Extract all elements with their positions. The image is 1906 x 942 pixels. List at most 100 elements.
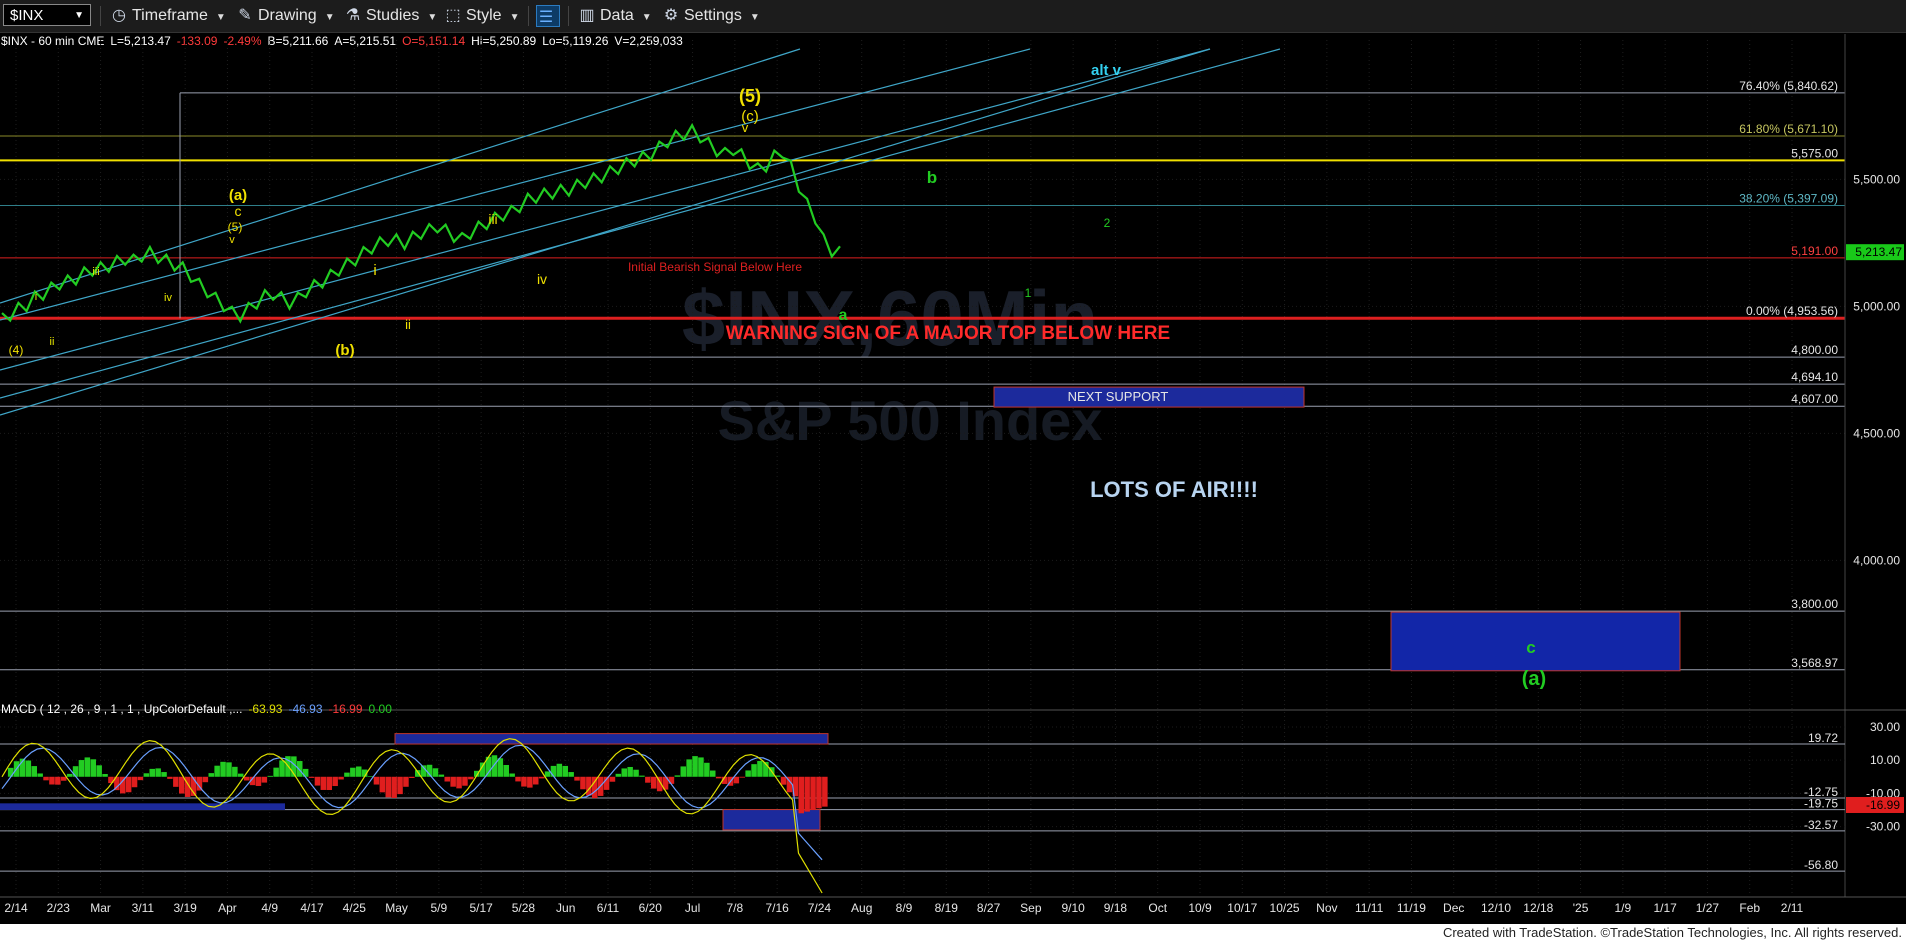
macd-histogram-bar bbox=[61, 776, 67, 781]
macd-level-label: -32.57 bbox=[1804, 818, 1838, 832]
time-tick-label: 10/25 bbox=[1270, 901, 1300, 915]
time-tick-label: 7/8 bbox=[727, 901, 744, 915]
price-level-label: 0.00% (4,953.56) bbox=[1746, 304, 1838, 318]
last-price-tag-label: 5,213.47 bbox=[1855, 245, 1902, 259]
macd-histogram-bar bbox=[798, 776, 804, 814]
time-tick-label: 12/10 bbox=[1481, 901, 1511, 915]
macd-histogram-bar bbox=[509, 773, 515, 777]
time-tick-label: Nov bbox=[1316, 901, 1337, 915]
macd-histogram-bar bbox=[7, 767, 14, 777]
footer-credit: Created with TradeStation. ©TradeStation… bbox=[1442, 925, 1902, 940]
macd-histogram-bar bbox=[409, 776, 415, 778]
macd-histogram-bar bbox=[745, 770, 751, 777]
wave-label: (a) bbox=[1522, 668, 1546, 690]
time-tick-label: Dec bbox=[1443, 901, 1464, 915]
time-tick-label: Aug bbox=[851, 901, 872, 915]
macd-signal-value: -46.93 bbox=[288, 702, 323, 716]
time-tick-label: 9/18 bbox=[1104, 901, 1128, 915]
wave-label: (b) bbox=[335, 342, 354, 359]
grid bbox=[0, 40, 1845, 893]
time-tick-label: 4/17 bbox=[300, 901, 324, 915]
macd-histogram-bar bbox=[373, 776, 380, 785]
macd-histogram-bar bbox=[780, 776, 787, 785]
time-tick-label: 11/19 bbox=[1397, 901, 1426, 915]
macd-histogram-bar bbox=[456, 776, 462, 789]
price-level-label: 5,191.00 bbox=[1791, 244, 1838, 258]
macd-histogram-bar bbox=[704, 762, 710, 777]
wave-label: 2 bbox=[1104, 216, 1111, 230]
macd-histogram-bar bbox=[96, 765, 102, 777]
macd-histogram-bar bbox=[615, 773, 622, 777]
price-tick-label: 4,000.00 bbox=[1853, 553, 1900, 567]
macd-histogram-bar bbox=[202, 776, 209, 783]
time-tick-label: 8/19 bbox=[935, 901, 959, 915]
macd-histogram-bar bbox=[609, 776, 616, 782]
warning-annotation: WARNING SIGN OF A MAJOR TOP BELOW HERE bbox=[726, 323, 1170, 344]
macd-histogram-bar bbox=[462, 776, 468, 786]
macd-histogram-bar bbox=[37, 773, 43, 777]
wave-label: iv bbox=[537, 271, 547, 287]
macd-panel: 30.0010.00-10.00-30.0019.72-12.75-19.75-… bbox=[0, 720, 1904, 894]
wave-label: c bbox=[235, 203, 242, 219]
time-tick-label: 12/18 bbox=[1523, 901, 1553, 915]
wave-label: a bbox=[839, 307, 848, 324]
time-tick-label: 8/9 bbox=[896, 901, 913, 915]
macd-histogram-bar bbox=[544, 771, 551, 777]
macd-histogram-bar bbox=[686, 759, 692, 777]
macd-histogram-bar bbox=[468, 776, 474, 780]
macd-histogram-bar bbox=[55, 776, 61, 785]
time-tick-label: 6/20 bbox=[639, 901, 663, 915]
price-level-label: 5,575.00 bbox=[1791, 146, 1838, 160]
macd-histogram-bar bbox=[627, 766, 633, 777]
macd-histogram-bar bbox=[279, 760, 285, 777]
price-level-label: 4,607.00 bbox=[1791, 392, 1838, 406]
macd-upper-box bbox=[394, 733, 829, 745]
macd-histogram-bar bbox=[338, 776, 344, 780]
macd-histogram-bar bbox=[255, 776, 262, 786]
macd-histogram-bar bbox=[698, 757, 704, 777]
time-tick-label: 1/9 bbox=[1615, 901, 1632, 915]
macd-histogram-bar bbox=[66, 773, 73, 777]
watermark: $INX,60Min S&P 500 Index bbox=[682, 274, 1103, 452]
time-tick-label: Sep bbox=[1020, 901, 1042, 915]
macd-last-tag-label: -16.99 bbox=[1866, 798, 1900, 812]
price-tick-label: 4,500.00 bbox=[1853, 426, 1900, 440]
wave-label: (5) bbox=[739, 86, 761, 106]
time-tick-label: 10/17 bbox=[1227, 901, 1257, 915]
wave-label: ii bbox=[50, 336, 55, 348]
wave-label: b bbox=[927, 168, 937, 187]
macd-histogram-bar bbox=[78, 760, 85, 777]
macd-histogram-bar bbox=[350, 767, 356, 777]
macd-histogram-bar bbox=[503, 764, 509, 777]
macd-histogram-bar bbox=[639, 775, 645, 777]
time-tick-label: 3/11 bbox=[132, 901, 155, 915]
time-tick-label: Feb bbox=[1739, 901, 1760, 915]
macd-histogram-bar bbox=[143, 773, 150, 777]
macd-histogram-bar bbox=[161, 772, 167, 777]
macd-level-label: 19.72 bbox=[1808, 731, 1838, 745]
price-chart[interactable]: $INX,60Min S&P 500 Index 76.40% (5,840.6… bbox=[0, 0, 1906, 924]
horizontal-levels: 76.40% (5,840.62) 61.80% (5,671.10) 5,575.… bbox=[0, 79, 1845, 672]
macd-histogram-bar bbox=[710, 770, 716, 777]
macd-histogram-bar bbox=[521, 776, 527, 787]
bearish-signal-annotation: Initial Bearish Signal Below Here bbox=[628, 260, 802, 274]
macd-histogram-bar bbox=[125, 776, 132, 793]
macd-histogram-bar bbox=[385, 776, 391, 798]
time-axis: 2/14 2/23 Mar 3/11 3/19 Apr 4/9 4/17 4/25 May 5/9 5… bbox=[0, 709, 1906, 915]
macd-histogram-bar bbox=[326, 776, 332, 791]
chart-window: $INX ▼ ◷ Timeframe ▼ ✎ Drawing ▼ ⚗ Studies ▼ ⬚… bbox=[0, 0, 1906, 942]
macd-histogram-bar bbox=[645, 776, 651, 783]
macd-histogram-bar bbox=[751, 764, 757, 777]
wave-label: ii bbox=[405, 317, 411, 332]
time-tick-label: 7/16 bbox=[765, 901, 789, 915]
wave-label: (4) bbox=[9, 343, 24, 357]
macd-histogram-bar bbox=[131, 776, 138, 788]
time-tick-label: 2/23 bbox=[47, 901, 71, 915]
macd-histogram-bar bbox=[367, 776, 374, 777]
time-tick-label: Jun bbox=[556, 901, 575, 915]
macd-histogram-bar bbox=[137, 776, 144, 781]
macd-histogram-bar bbox=[444, 776, 450, 782]
time-tick-label: 6/11 bbox=[597, 901, 620, 915]
alt-v-label: alt v bbox=[1091, 62, 1122, 79]
price-axis: 5,500.00 5,000.00 4,500.00 4,000.00 bbox=[1844, 34, 1900, 897]
